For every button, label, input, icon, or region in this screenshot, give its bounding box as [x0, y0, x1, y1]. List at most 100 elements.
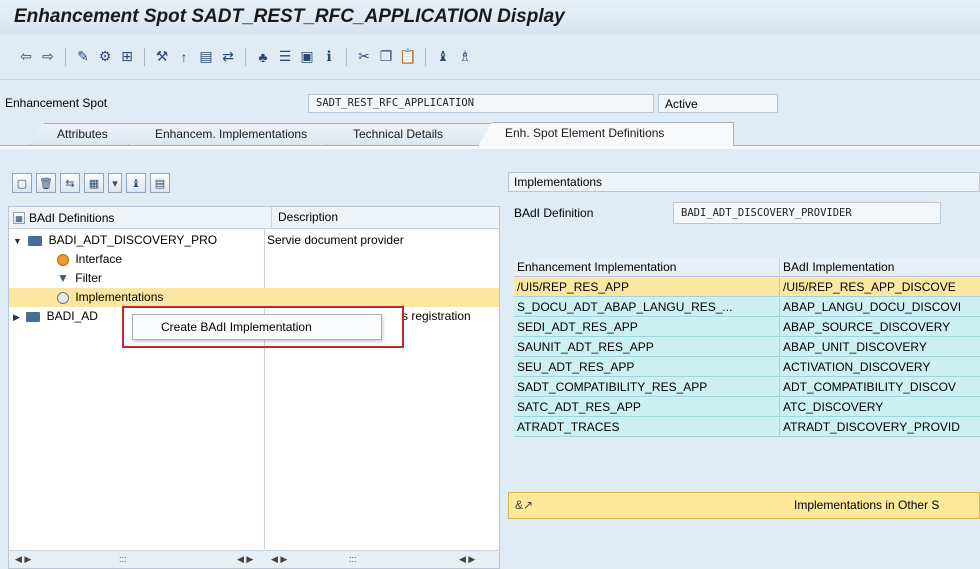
- badi-tree: ▦ BAdI Definitions Description ▼ BADI_AD…: [8, 206, 500, 569]
- interface-icon: [57, 253, 69, 266]
- grid-header: Enhancement Implementation BAdI Implemen…: [514, 258, 980, 277]
- tab-strip: Attributes Enhancem. Implementations Tec…: [0, 122, 980, 146]
- tree-icon: ▦: [13, 212, 25, 224]
- display-object-list-icon[interactable]: ☰: [275, 47, 295, 67]
- content-area: [0, 149, 980, 157]
- col-description: Description: [271, 207, 338, 228]
- badi-definition-field[interactable]: BADI_ADT_DISCOVERY_PROVIDER: [673, 202, 941, 224]
- details-icon[interactable]: ▤: [150, 173, 170, 193]
- tree-row-badi-adt-discovery[interactable]: ▼ BADI_ADT_DISCOVERY_PRO Servie document…: [9, 231, 499, 250]
- title-bar: Enhancement Spot SADT_REST_RFC_APPLICATI…: [0, 0, 980, 34]
- badi-definitions-panel: ▢ 🗑 ⇆ ▦ ▾ ♝ ▤ ▦ BAdI Definitions Descrip…: [8, 168, 500, 569]
- grid-cell-badi: /UI5/REP_RES_APP_DISCOVE: [779, 278, 980, 297]
- grid-cell-impl: SAUNIT_ADT_RES_APP: [517, 340, 654, 354]
- grid-row[interactable]: SEDI_ADT_RES_APP ABAP_SOURCE_DISCOVERY: [514, 318, 980, 337]
- toggle-display-change-icon[interactable]: ✎: [73, 47, 93, 67]
- tree-toolbar: ▢ 🗑 ⇆ ▦ ▾ ♝ ▤: [12, 172, 170, 194]
- col-enhancement-implementation[interactable]: Enhancement Implementation: [517, 258, 773, 277]
- badi-icon: [28, 235, 43, 246]
- badi-icon: [26, 311, 41, 322]
- link-icon: &↗: [515, 498, 534, 512]
- grid-row[interactable]: SAUNIT_ADT_RES_APP ABAP_UNIT_DISCOVERY: [514, 338, 980, 357]
- col-badi-implementation[interactable]: BAdI Implementation: [779, 258, 980, 277]
- toolbar-separator: [346, 47, 347, 66]
- tree-row-implementations[interactable]: Implementations: [9, 288, 499, 307]
- tab-technical-details[interactable]: Technical Details: [326, 123, 492, 145]
- grid-cell-badi: ATRADT_DISCOVERY_PROVID: [779, 418, 980, 437]
- scroll-grip[interactable]: :::: [119, 554, 127, 564]
- tree-row-interface[interactable]: Interface: [9, 250, 499, 269]
- navigation-icon[interactable]: ⇄: [218, 47, 238, 67]
- window-title: Enhancement Spot SADT_REST_RFC_APPLICATI…: [14, 6, 565, 27]
- grid-cell-badi: ACTIVATION_DISCOVERY: [779, 358, 980, 377]
- collapse-icon[interactable]: ▼: [13, 236, 22, 246]
- expand-icon[interactable]: ▦: [84, 173, 104, 193]
- find-icon[interactable]: ♝: [126, 173, 146, 193]
- check-icon[interactable]: ⊞: [117, 47, 137, 67]
- grid-cell-badi: ADT_COMPATIBILITY_DISCOV: [779, 378, 980, 397]
- grid-cell-impl: ATRADT_TRACES: [517, 420, 620, 434]
- context-menu-create-badi-implementation[interactable]: Create BAdI Implementation: [132, 314, 382, 340]
- scroll-right-icon[interactable]: ◀ ▶: [459, 554, 475, 565]
- where-used-icon[interactable]: ↑: [174, 47, 194, 67]
- expand-icon[interactable]: ▶: [13, 312, 20, 322]
- toolbar-separator: [65, 47, 66, 66]
- tab-enhancement-implementations[interactable]: Enhancem. Implementations: [128, 123, 340, 145]
- badi-definition-label: BAdI Definition: [514, 206, 594, 220]
- grid-row[interactable]: SATC_ADT_RES_APP ATC_DISCOVERY: [514, 398, 980, 417]
- scroll-left-icon[interactable]: ◀ ▶: [15, 554, 31, 565]
- toolbar-separator: [425, 47, 426, 66]
- tab-attributes[interactable]: Attributes: [30, 123, 142, 145]
- grid-row[interactable]: SADT_COMPATIBILITY_RES_APP ADT_COMPATIBI…: [514, 378, 980, 397]
- activate-icon[interactable]: ⚒: [152, 47, 172, 67]
- forward-icon[interactable]: ⇨: [38, 47, 58, 67]
- frame-icon[interactable]: ▣: [297, 47, 317, 67]
- info-icon[interactable]: ℹ: [319, 47, 339, 67]
- status-field: Active: [658, 94, 778, 113]
- grid-cell-impl: SADT_COMPATIBILITY_RES_APP: [517, 380, 708, 394]
- dropdown-icon[interactable]: ▾: [108, 173, 122, 193]
- tree-scrollbar[interactable]: ◀ ▶ ::: ◀ ▶ ◀ ▶ ::: ◀ ▶: [9, 550, 499, 568]
- grid-row[interactable]: /UI5/REP_RES_APP /UI5/REP_RES_APP_DISCOV…: [514, 278, 980, 297]
- other-object-icon[interactable]: ⚙: [95, 47, 115, 67]
- grid-row[interactable]: SEU_ADT_RES_APP ACTIVATION_DISCOVERY: [514, 358, 980, 377]
- copy-icon[interactable]: ❐: [376, 47, 396, 67]
- implementations-panel-title: Implementations: [508, 172, 980, 192]
- grid-cell-impl: SATC_ADT_RES_APP: [517, 400, 641, 414]
- tab-enh-spot-element-definitions[interactable]: Enh. Spot Element Definitions: [478, 122, 734, 146]
- tree-row-desc: Servie document provider: [267, 233, 404, 247]
- grid-cell-badi: ABAP_UNIT_DISCOVERY: [779, 338, 980, 357]
- create-icon[interactable]: ▢: [12, 173, 32, 193]
- grid-cell-badi: ABAP_SOURCE_DISCOVERY: [779, 318, 980, 337]
- find-next-icon[interactable]: ♗: [455, 47, 475, 67]
- toolbar-separator: [144, 47, 145, 66]
- find-icon[interactable]: ♝: [433, 47, 453, 67]
- implementations-in-other-systems-bar[interactable]: &↗ Implementations in Other S: [508, 492, 980, 519]
- delete-icon[interactable]: 🗑: [36, 173, 56, 193]
- col-badi-definitions: BAdI Definitions: [29, 211, 115, 225]
- tree-row-desc: s registration: [402, 309, 471, 323]
- grid-row[interactable]: ATRADT_TRACES ATRADT_DISCOVERY_PROVID: [514, 418, 980, 437]
- hierarchy-icon[interactable]: ♣: [253, 47, 273, 67]
- back-icon[interactable]: ⇦: [16, 47, 36, 67]
- object-list-icon[interactable]: ▤: [196, 47, 216, 67]
- enhancement-spot-field[interactable]: SADT_REST_RFC_APPLICATION: [308, 94, 654, 113]
- transfer-icon[interactable]: ⇆: [60, 173, 80, 193]
- grid-row[interactable]: S_DOCU_ADT_ABAP_LANGU_RES_... ABAP_LANGU…: [514, 298, 980, 317]
- grid-cell-badi: ABAP_LANGU_DOCU_DISCOVI: [779, 298, 980, 317]
- scroll-left-icon[interactable]: ◀ ▶: [237, 554, 253, 565]
- filter-icon: ▼: [57, 271, 69, 285]
- tree-row-name: Implementations: [75, 290, 164, 304]
- cut-icon[interactable]: ✂: [354, 47, 374, 67]
- paste-icon[interactable]: 📋: [398, 47, 418, 67]
- other-implementations-label: Implementations in Other S: [794, 498, 940, 512]
- context-menu-highlight: Create BAdI Implementation: [122, 306, 404, 348]
- scroll-grip[interactable]: :::: [349, 554, 357, 564]
- tree-row-name: Filter: [75, 271, 102, 285]
- scroll-left-icon[interactable]: ◀ ▶: [271, 554, 287, 565]
- tree-row-filter[interactable]: ▼ Filter: [9, 269, 499, 288]
- tree-header-name: ▦ BAdI Definitions: [13, 211, 114, 225]
- enhancement-spot-label: Enhancement Spot: [5, 96, 108, 110]
- enhancement-spot-row: Enhancement Spot SADT_REST_RFC_APPLICATI…: [0, 92, 980, 116]
- tree-header: ▦ BAdI Definitions Description: [9, 207, 499, 229]
